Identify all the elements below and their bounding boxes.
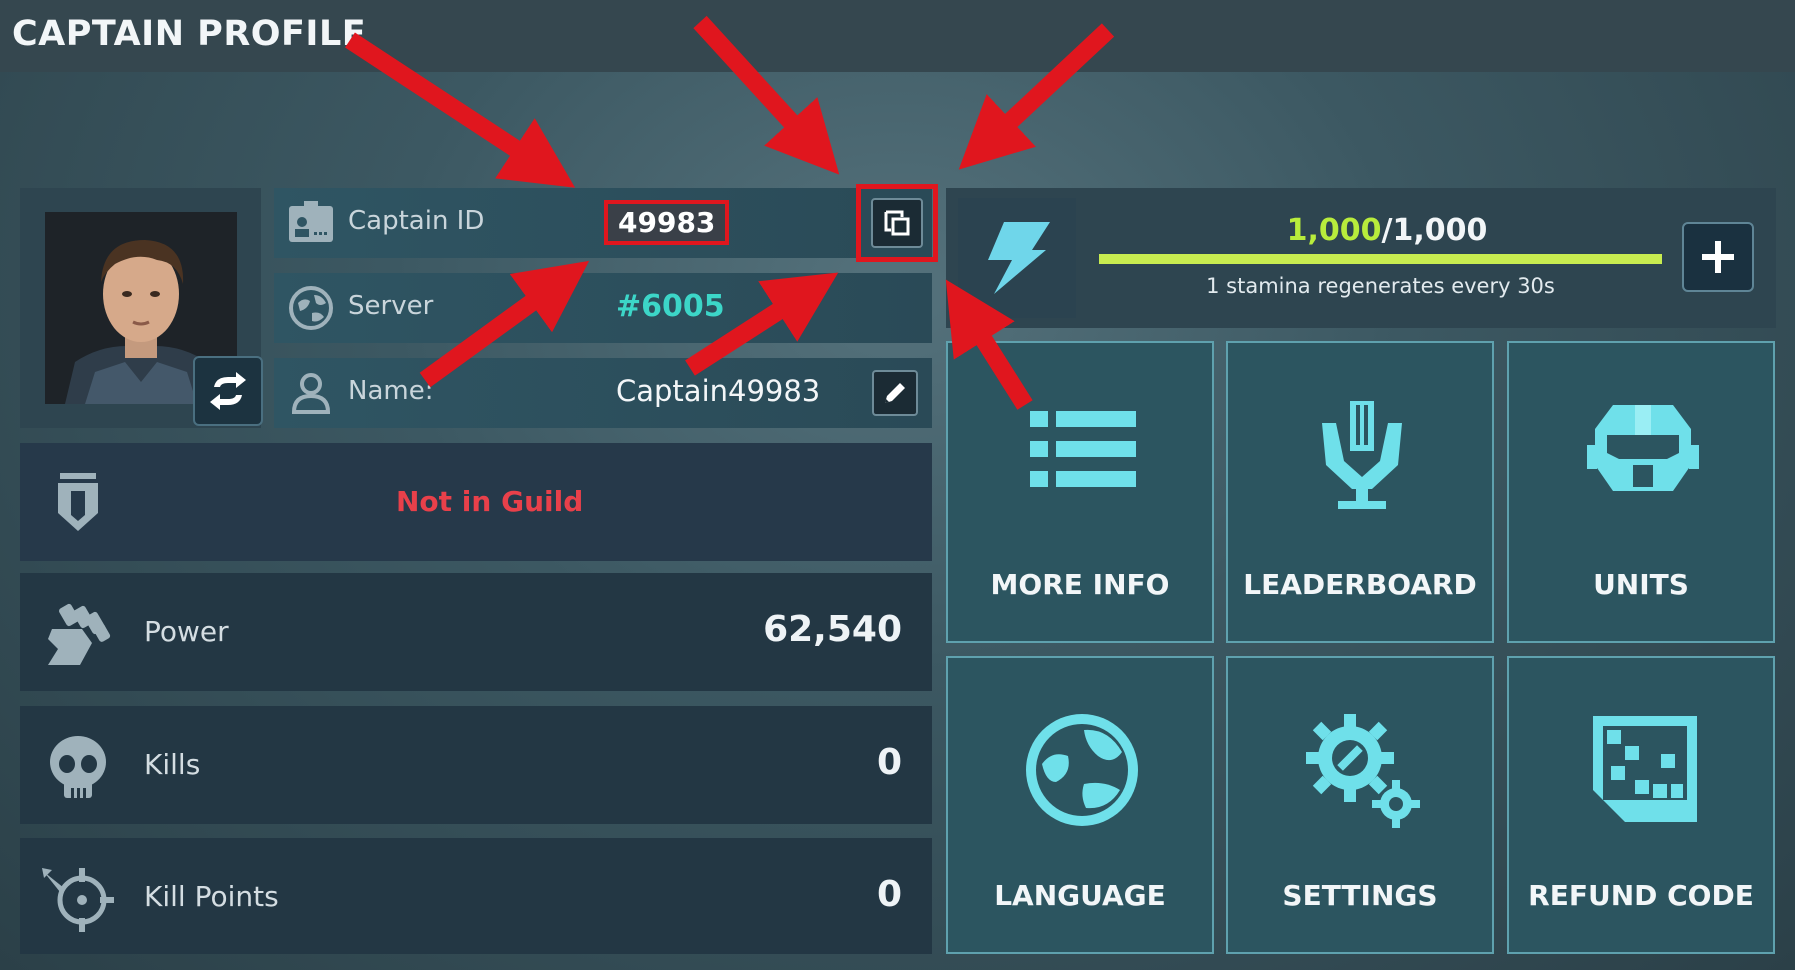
plus-icon [1702, 241, 1734, 273]
settings-label: SETTINGS [1282, 879, 1438, 912]
units-label: UNITS [1593, 568, 1689, 601]
captain-id-value: 49983 [604, 200, 730, 245]
page-title: CAPTAIN PROFILE [12, 14, 367, 54]
server-value: #6005 [616, 289, 725, 324]
leaderboard-tile[interactable]: LEADERBOARD [1226, 341, 1494, 643]
gear-icon [1306, 714, 1420, 828]
captain-id-row: Captain ID 49983 [274, 184, 938, 262]
lightning-icon [988, 222, 1050, 294]
guild-status: Not in Guild [396, 485, 584, 518]
qr-code-icon [1593, 716, 1697, 822]
stamina-current: 1,000 [1286, 213, 1382, 248]
settings-tile[interactable]: SETTINGS [1226, 656, 1494, 954]
crosshair-icon [42, 868, 114, 932]
stamina-bar [1099, 254, 1662, 264]
change-avatar-button[interactable] [193, 356, 263, 426]
server-row: Server #6005 [274, 273, 932, 343]
refund-code-tile[interactable]: REFUND CODE [1507, 656, 1775, 954]
language-tile[interactable]: LANGUAGE [946, 656, 1214, 954]
stamina-max: /1,000 [1381, 213, 1488, 248]
add-stamina-button[interactable] [1682, 222, 1754, 292]
swap-icon [210, 372, 246, 410]
guild-panel[interactable]: Not in Guild [20, 443, 932, 561]
kills-value: 0 [876, 742, 902, 783]
more-info-label: MORE INFO [990, 568, 1170, 601]
helmet-icon [1587, 405, 1699, 491]
kill-points-value: 0 [876, 874, 902, 915]
more-info-tile[interactable]: MORE INFO [946, 341, 1214, 643]
fist-icon [48, 603, 111, 665]
captain-id-label: Captain ID [348, 206, 485, 236]
globe-icon [289, 286, 333, 330]
pencil-icon [885, 383, 905, 403]
id-card-icon [289, 201, 333, 242]
power-value: 62,540 [763, 609, 902, 650]
server-label: Server [348, 291, 434, 321]
power-label: Power [144, 615, 229, 648]
globe-icon [1026, 714, 1138, 826]
trophy-icon [1322, 401, 1402, 509]
language-label: LANGUAGE [994, 879, 1166, 912]
power-panel: Power 62,540 [20, 573, 932, 691]
kill-points-panel: Kill Points 0 [20, 838, 932, 954]
stamina-icon-box [958, 198, 1076, 318]
copy-id-button[interactable] [856, 184, 938, 262]
name-label: Name: [348, 376, 434, 406]
stamina-value: 1,000/1,000 [1099, 213, 1675, 248]
list-icon [1030, 411, 1136, 487]
name-row: Name: Captain49983 [274, 358, 932, 428]
leaderboard-label: LEADERBOARD [1243, 568, 1477, 601]
title-bar: CAPTAIN PROFILE [0, 0, 1795, 72]
kills-panel: Kills 0 [20, 706, 932, 824]
kill-points-label: Kill Points [144, 880, 279, 913]
stamina-regen-text: 1 stamina regenerates every 30s [1206, 274, 1555, 298]
stamina-panel: 1,000/1,000 1 stamina regenerates every … [946, 188, 1776, 328]
copy-icon [884, 210, 910, 236]
edit-name-button[interactable] [872, 370, 918, 416]
user-icon [291, 373, 331, 414]
guild-shield-icon [58, 473, 98, 531]
stamina-bar-fill [1099, 254, 1662, 264]
skull-icon [50, 736, 106, 798]
units-tile[interactable]: UNITS [1507, 341, 1775, 643]
kills-label: Kills [144, 748, 201, 781]
refund-code-label: REFUND CODE [1528, 879, 1754, 912]
name-value: Captain49983 [616, 374, 821, 408]
